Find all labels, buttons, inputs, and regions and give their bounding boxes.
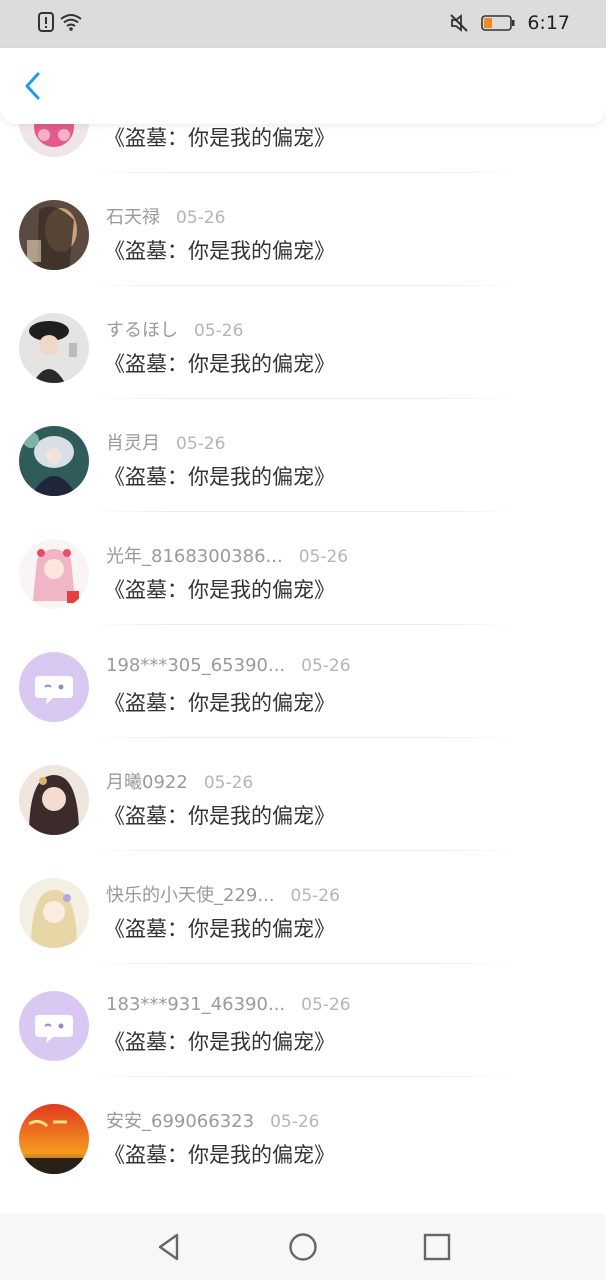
date: 05-26: [290, 886, 340, 906]
home-circle-icon[interactable]: [286, 1230, 320, 1264]
date: 05-26: [301, 995, 351, 1015]
avatar: [19, 991, 89, 1061]
book-title: 《盗墓：你是我的偏宠》: [104, 1143, 335, 1167]
top-bar: [0, 48, 606, 124]
list-item[interactable]: するほし 05-26 《盗墓：你是我的偏宠》: [0, 286, 606, 399]
back-triangle-icon[interactable]: [152, 1230, 186, 1264]
status-time: 6:17: [527, 12, 570, 34]
book-title: 《盗墓：你是我的偏宠》: [104, 239, 335, 263]
avatar: [19, 765, 89, 835]
book-title: 《盗墓：你是我的偏宠》: [104, 691, 335, 715]
date: 05-26: [203, 773, 254, 793]
avatar: [19, 878, 89, 948]
date: 05-26: [270, 1112, 320, 1132]
status-bar: 6:17: [0, 0, 606, 48]
user-name: 月曦0922: [106, 772, 188, 793]
book-title: 《盗墓：你是我的偏宠》: [104, 804, 335, 828]
list-item[interactable]: 石天禄 05-26 《盗墓：你是我的偏宠》: [0, 173, 606, 286]
chevron-left-icon[interactable]: [16, 68, 52, 104]
recents-square-icon[interactable]: [420, 1230, 454, 1264]
user-name: 183***931_46390...: [106, 994, 286, 1015]
user-name: 肖灵月: [106, 433, 160, 454]
alert-icon: [38, 12, 54, 32]
avatar: [19, 426, 89, 496]
list-item[interactable]: 光年_8168300386... 05-26 《盗墓：你是我的偏宠》: [0, 512, 606, 625]
book-title: 《盗墓：你是我的偏宠》: [104, 126, 335, 150]
list-item[interactable]: 安安_699066323 05-26 《盗墓：你是我的偏宠》: [0, 1077, 606, 1190]
battery-icon: [481, 15, 515, 31]
book-title: 《盗墓：你是我的偏宠》: [104, 1030, 335, 1054]
book-title: 《盗墓：你是我的偏宠》: [104, 917, 335, 941]
user-name: 快乐的小天使_229...: [106, 885, 275, 906]
list-item[interactable]: 快乐的小天使_229... 05-26 《盗墓：你是我的偏宠》: [0, 851, 606, 964]
user-name: 石天禄: [106, 207, 160, 228]
wifi-icon: [60, 14, 82, 31]
date: 05-26: [194, 321, 244, 341]
avatar: [19, 313, 89, 383]
navigation-bar: [0, 1214, 606, 1280]
mute-icon: [450, 14, 469, 32]
date: 05-26: [176, 208, 226, 228]
book-title: 《盗墓：你是我的偏宠》: [104, 352, 335, 376]
list-item[interactable]: 肖灵月 05-26 《盗墓：你是我的偏宠》: [0, 399, 606, 512]
user-name: 198***305_65390...: [106, 655, 286, 676]
list-item[interactable]: 月曦0922 05-26 《盗墓：你是我的偏宠》: [0, 738, 606, 851]
list-item[interactable]: 198***305_65390... 05-26 《盗墓：你是我的偏宠》: [0, 625, 606, 738]
book-title: 《盗墓：你是我的偏宠》: [104, 465, 335, 489]
user-name: するほし: [106, 320, 178, 341]
user-name: 光年_8168300386...: [106, 546, 283, 567]
date: 05-26: [298, 547, 349, 567]
date: 05-26: [301, 656, 351, 676]
avatar: [19, 652, 89, 722]
book-title: 《盗墓：你是我的偏宠》: [104, 578, 335, 602]
date: 05-26: [176, 434, 226, 454]
avatar: [19, 200, 89, 270]
avatar: [19, 1104, 89, 1174]
user-name: 安安_699066323: [106, 1111, 255, 1132]
reader-list: 析蜎05-26 《盗墓：你是我的偏宠》 石天禄05-26 《盗墓：你是我的偏宠》…: [0, 96, 606, 1214]
list-item[interactable]: 183***931_46390... 05-26 《盗墓：你是我的偏宠》: [0, 964, 606, 1077]
avatar: [19, 539, 89, 609]
